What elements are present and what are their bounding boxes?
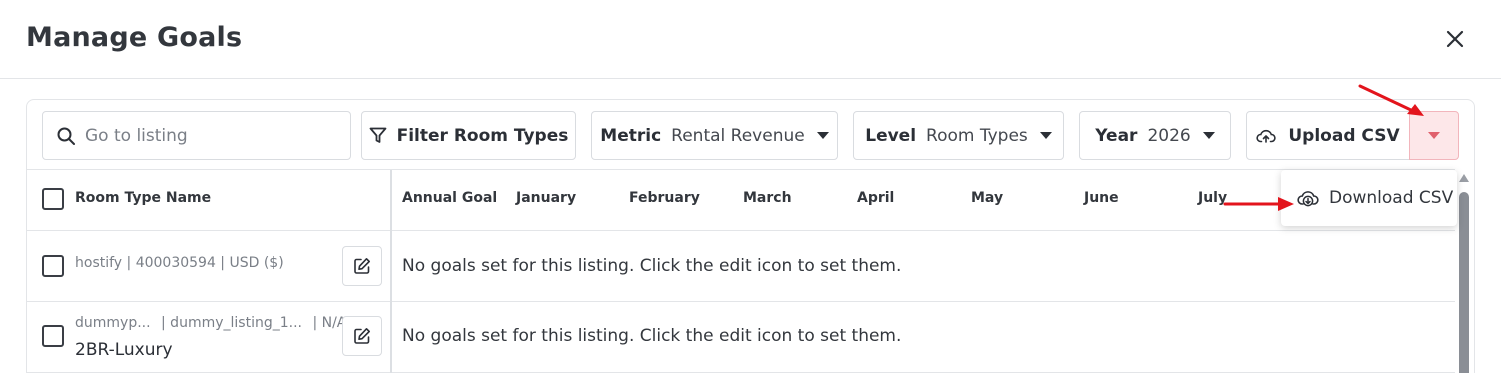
level-label: Level [865, 125, 917, 146]
divider [27, 301, 1455, 302]
column-header-annual-goal: Annual Goal [402, 190, 498, 206]
scrollbar-thumb[interactable] [1459, 192, 1469, 373]
upload-csv-button[interactable]: Upload CSV [1246, 111, 1410, 160]
listing-meta-owner: dummyp... [75, 315, 151, 331]
search-placeholder: Go to listing [85, 125, 188, 146]
column-header-march: March [743, 190, 792, 206]
column-header-room-type-name: Room Type Name [75, 190, 212, 206]
download-csv-menu-item[interactable]: Download CSV [1281, 170, 1457, 226]
column-header-january: January [516, 190, 577, 206]
column-header-july: July [1198, 190, 1228, 206]
caret-down-icon [1428, 132, 1440, 139]
year-label: Year [1095, 125, 1138, 146]
level-dropdown[interactable]: Level Room Types [853, 111, 1064, 160]
download-csv-label: Download CSV [1329, 188, 1454, 208]
no-goals-message: No goals set for this listing. Click the… [402, 326, 902, 346]
vertical-scrollbar[interactable] [1458, 174, 1470, 373]
cloud-upload-icon [1256, 129, 1277, 143]
column-header-april: April [857, 190, 895, 206]
metric-dropdown[interactable]: Metric Rental Revenue [591, 111, 838, 160]
room-type-name: 2BR-Luxury [75, 340, 173, 360]
caret-down-icon [816, 132, 829, 139]
csv-options-dropdown-toggle[interactable] [1409, 111, 1459, 160]
column-header-may: May [971, 190, 1004, 206]
close-icon [1446, 30, 1464, 48]
divider [27, 230, 1455, 231]
caret-down-icon [1039, 132, 1052, 139]
divider [27, 169, 1455, 170]
filter-icon [369, 127, 386, 143]
close-button[interactable] [1440, 24, 1470, 54]
listing-meta: hostify | 400030594 | USD ($) [75, 255, 284, 271]
edit-icon [354, 328, 370, 344]
year-value: 2026 [1147, 125, 1191, 146]
column-divider [390, 170, 392, 373]
edit-goals-button[interactable] [342, 316, 382, 356]
row-checkbox[interactable] [42, 325, 64, 347]
filter-room-types-button[interactable]: Filter Room Types [361, 111, 576, 160]
page-title: Manage Goals [26, 22, 243, 53]
level-value: Room Types [926, 125, 1028, 146]
no-goals-message: No goals set for this listing. Click the… [402, 256, 902, 276]
caret-down-icon [1202, 132, 1215, 139]
scroll-up-icon[interactable] [1459, 174, 1469, 182]
select-all-checkbox[interactable] [42, 188, 64, 210]
search-input[interactable]: Go to listing [42, 111, 351, 160]
upload-label: Upload CSV [1288, 125, 1400, 146]
edit-goals-button[interactable] [342, 246, 382, 286]
column-header-february: February [629, 190, 700, 206]
metric-value: Rental Revenue [671, 125, 805, 146]
modal-header: Manage Goals [0, 0, 1501, 79]
column-header-june: June [1084, 190, 1119, 206]
metric-label: Metric [600, 125, 662, 146]
cloud-download-icon [1297, 191, 1319, 207]
edit-icon [354, 258, 370, 274]
search-icon [57, 127, 75, 145]
filter-label: Filter Room Types [396, 125, 569, 146]
listing-meta: dummyp... | dummy_listing_1... | N/A [75, 315, 346, 331]
listing-meta-id: | dummy_listing_1... [161, 315, 302, 331]
year-dropdown[interactable]: Year 2026 [1079, 111, 1231, 160]
row-checkbox[interactable] [42, 255, 64, 277]
